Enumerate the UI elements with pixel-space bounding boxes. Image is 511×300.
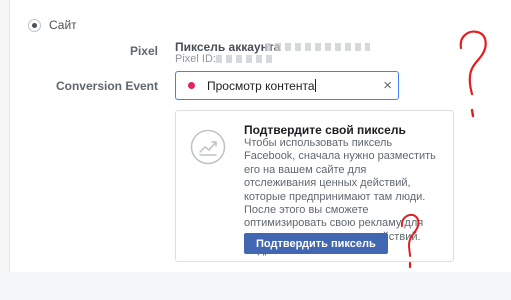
- text-caret: [314, 78, 316, 92]
- redacted-pixel-id: [216, 55, 276, 63]
- conversion-event-value[interactable]: Просмотр контента: [207, 78, 383, 93]
- event-status-dot-icon: [188, 82, 195, 89]
- chart-line-icon: [190, 129, 226, 165]
- redacted-account-name: [265, 43, 370, 51]
- site-option-label: Сайт: [49, 18, 77, 32]
- radio-selected-icon[interactable]: [28, 18, 41, 32]
- bottom-strip: [0, 272, 511, 300]
- conversion-event-field[interactable]: Просмотр контента ×: [175, 71, 399, 100]
- card-title: Подтвердите свой пиксель: [244, 123, 406, 137]
- question-mark-annotation-small: [400, 213, 420, 269]
- conversion-event-label: Conversion Event: [55, 79, 158, 93]
- pixel-id-label: Pixel ID:: [175, 53, 216, 65]
- pixel-label: Pixel: [129, 44, 158, 58]
- site-radio-option[interactable]: Сайт: [28, 17, 77, 33]
- clear-icon[interactable]: ×: [383, 78, 392, 93]
- confirm-pixel-button[interactable]: Подтвердить пиксель: [244, 233, 388, 254]
- question-mark-annotation: [459, 30, 487, 118]
